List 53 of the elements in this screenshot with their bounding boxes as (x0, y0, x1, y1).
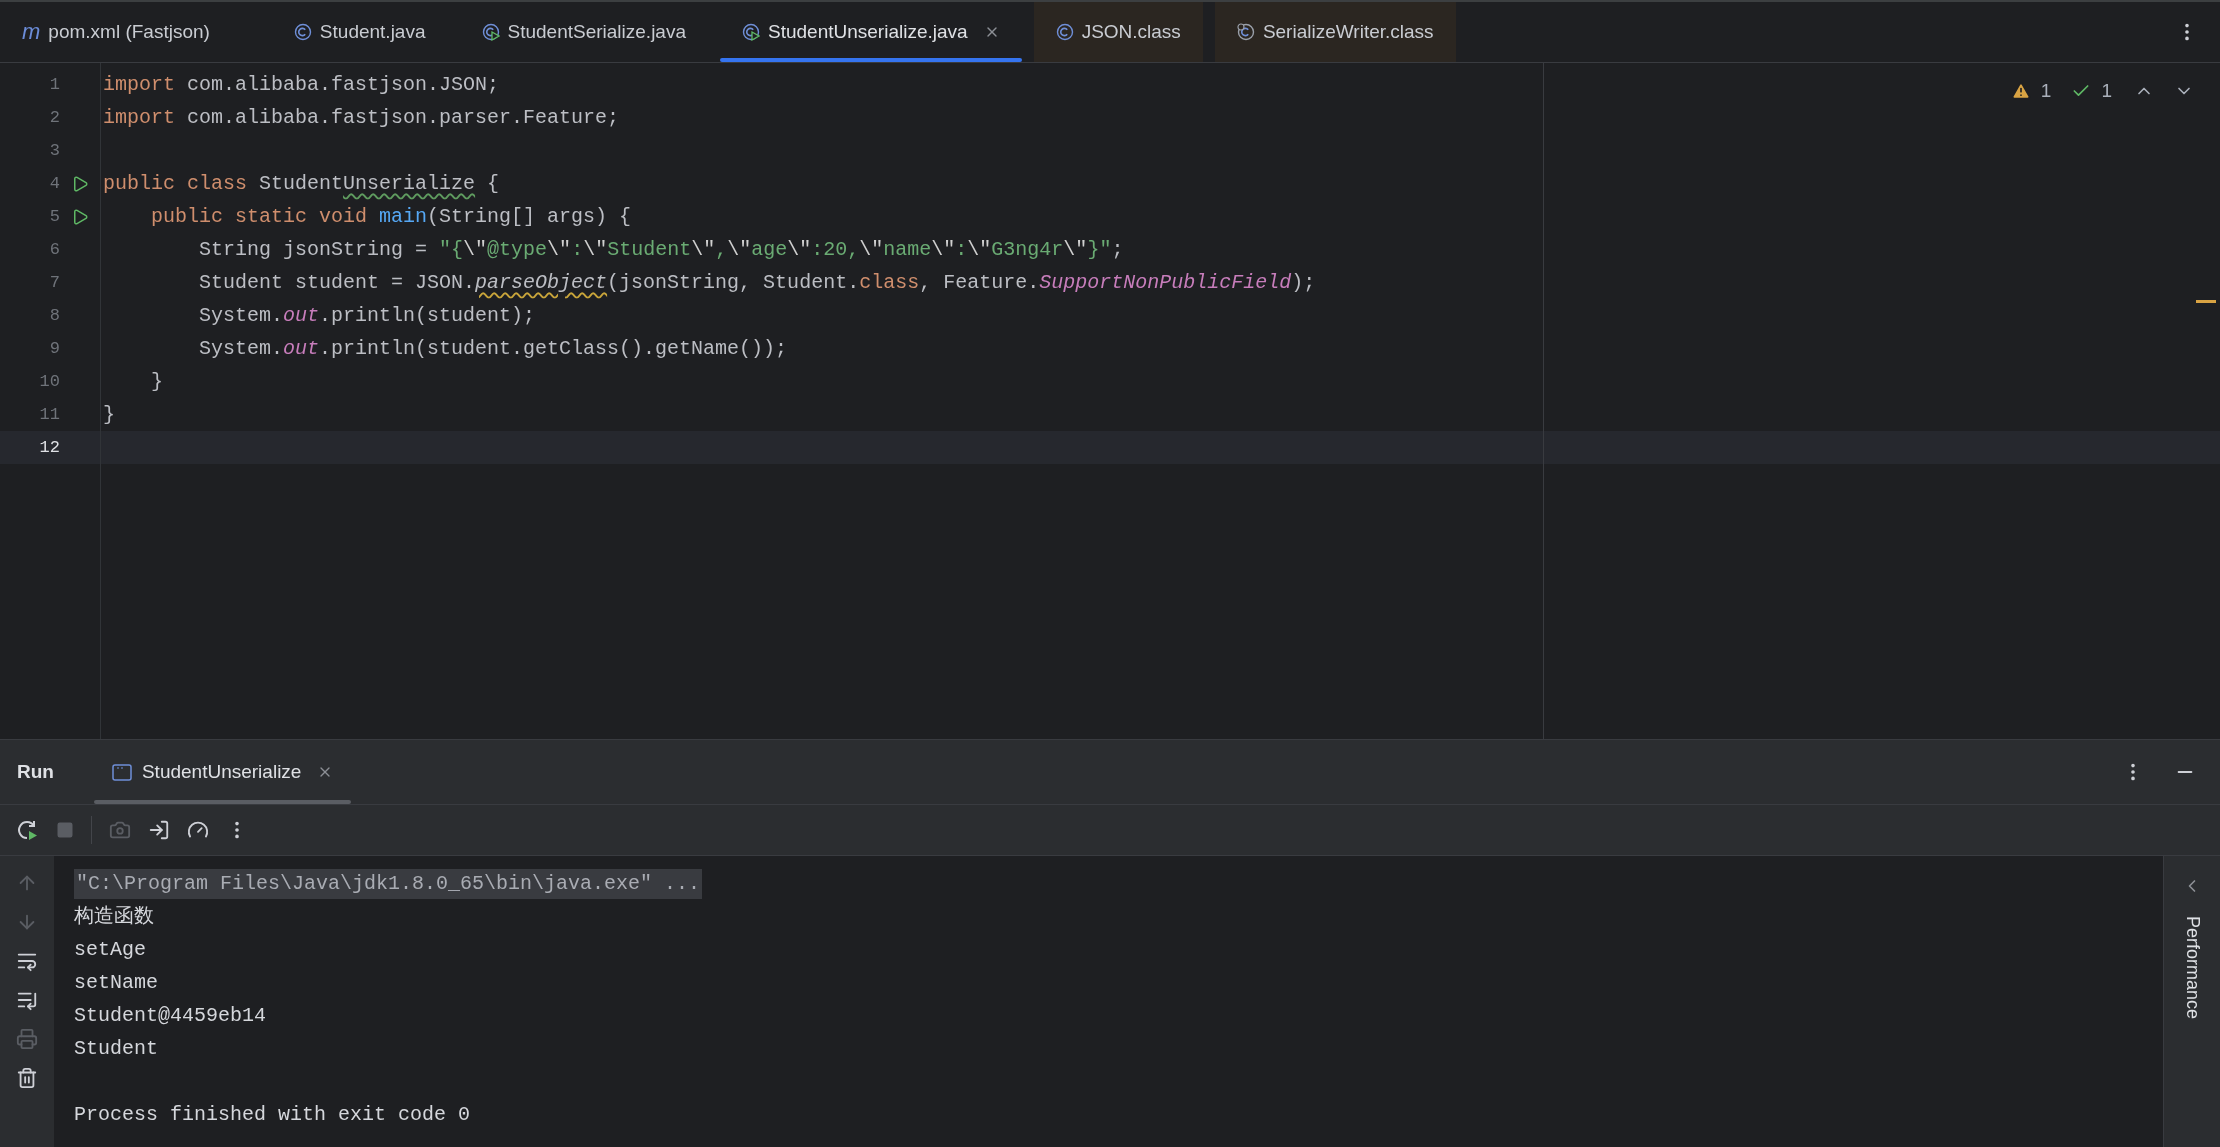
panel-title: Run (17, 759, 54, 784)
code-line: } (150, 368, 163, 395)
run-icon[interactable] (71, 174, 89, 193)
line-number: 1 (48, 73, 60, 96)
editor-tab[interactable]: Student.java (271, 2, 448, 62)
run-icon[interactable] (71, 207, 89, 226)
line-number: 12 (38, 436, 60, 459)
code-line: public class StudentUnserialize { (103, 170, 500, 197)
code-line: import com.alibaba.fastjson.parser.Feature; (103, 104, 620, 131)
typo-count: 1 (2101, 79, 2112, 103)
line-number: 5 (48, 205, 60, 228)
console-output: setAge (74, 936, 146, 963)
console-icon (111, 763, 132, 781)
console-output: Student (74, 1035, 158, 1062)
error-stripe-mark (2196, 300, 2216, 303)
console-output: Student@4459eb14 (74, 1002, 267, 1029)
line-number: 11 (38, 403, 60, 426)
line-number: 7 (48, 271, 60, 294)
maven-icon: m (22, 21, 41, 43)
runnable-class-icon (481, 23, 500, 41)
code-line: public static void main(String[] args) { (150, 203, 632, 230)
console-command: "C:\Program Files\Java\jdk1.8.0_65\bin\java.exe" ... (74, 868, 703, 899)
code-line: String jsonString = "{\"@type\":\"Student\",\"age\":20,\"name\":\"G3ng4r\"}"; (198, 236, 1124, 263)
rerun-button[interactable] (15, 818, 39, 842)
code-line: System.out.println(student); (198, 302, 536, 329)
side-tab[interactable]: Performance (2178, 916, 2206, 1020)
editor-tab[interactable]: m pom.xml (Fastjson) (0, 2, 232, 62)
line-number: 9 (48, 337, 60, 360)
editor-tab[interactable]: SerializeWriter.class (1214, 2, 1456, 62)
line-number: 6 (48, 238, 60, 261)
exit-icon[interactable] (148, 819, 170, 841)
line-number: 10 (38, 370, 60, 393)
editor-tab[interactable]: StudentUnserialize.java (720, 2, 1022, 62)
code-line: } (103, 401, 115, 428)
code-line: System.out.println(student.getClass().getName()); (198, 335, 788, 362)
class-icon (293, 23, 312, 41)
class-icon (1055, 23, 1074, 41)
code-line: Student student = JSON.parseObject(jsonString, Student.class, Feature.SupportNonPublicField); (198, 269, 1316, 296)
runnable-class-icon (742, 23, 760, 41)
warning-count: 1 (2040, 79, 2052, 103)
console-output: Process finished with exit code 0 (74, 1101, 471, 1128)
trash-icon[interactable] (16, 1067, 38, 1089)
line-number: 4 (48, 172, 60, 195)
code-line: import com.alibaba.fastjson.JSON; (103, 71, 500, 98)
line-number: 2 (48, 106, 60, 129)
class-icon (1236, 23, 1255, 41)
editor-tab[interactable]: StudentSerialize.java (459, 2, 708, 62)
line-number: 3 (48, 139, 60, 162)
run-tab[interactable]: StudentUnserialize (93, 740, 352, 804)
console-output: setName (74, 969, 158, 996)
console-output: 构造函数 (74, 903, 154, 930)
line-number: 8 (48, 304, 60, 327)
editor-tab[interactable]: JSON.class (1033, 2, 1203, 62)
